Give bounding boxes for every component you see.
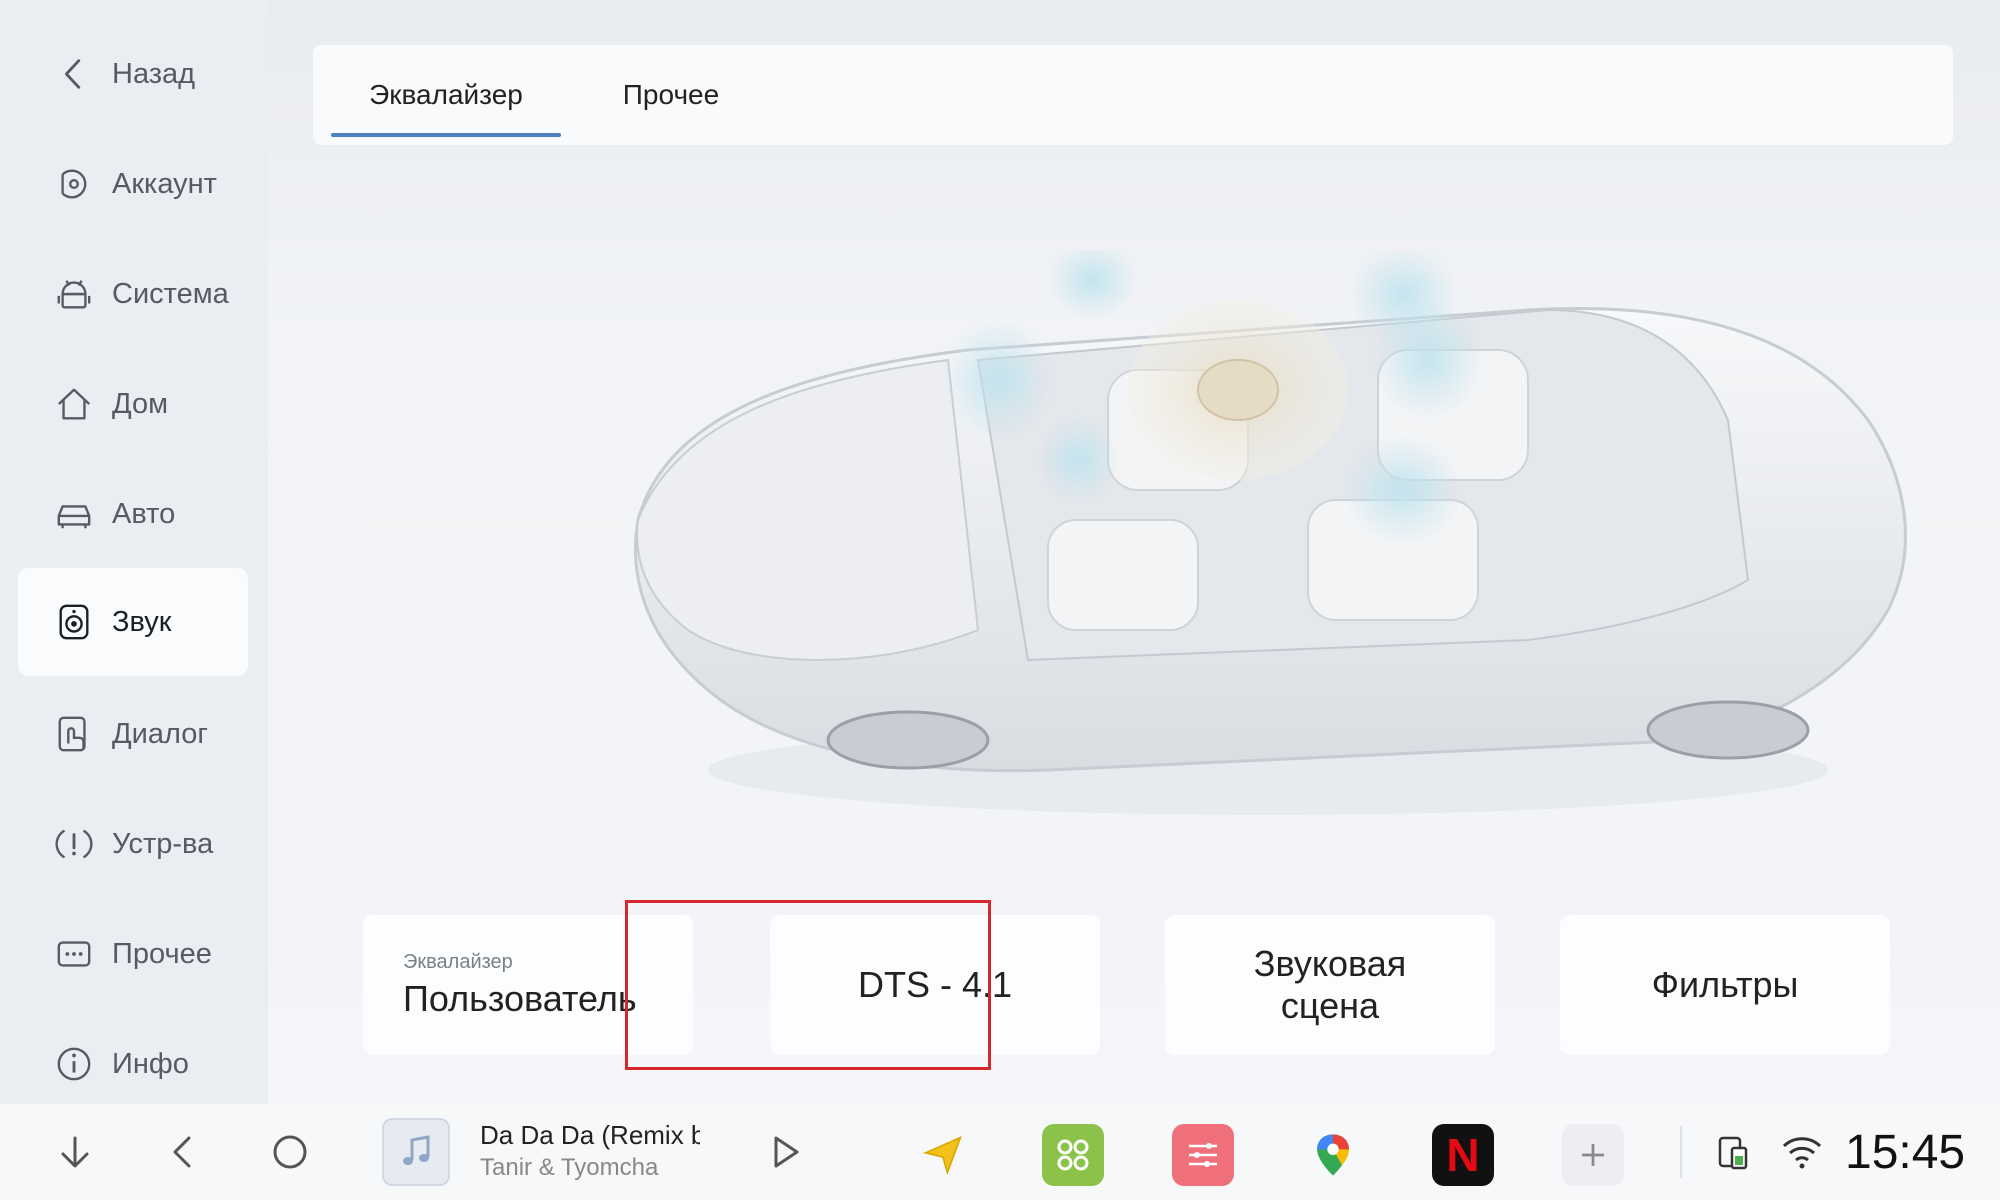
equalizer-card-value: Пользователь [403,977,637,1019]
tab-equalizer[interactable]: Эквалайзер [331,45,561,145]
nav-home-icon[interactable] [265,1104,315,1200]
back-chevron-icon [54,54,94,94]
selection-highlight-box [625,900,991,1070]
android-icon [54,274,94,314]
sidebar-item-account[interactable]: Аккаунт [18,130,248,238]
google-maps-icon[interactable] [1302,1124,1364,1186]
sidebar-item-dialog[interactable]: Диалог [18,680,248,788]
nav-back-icon[interactable] [158,1104,208,1200]
apps-grid-icon[interactable] [1042,1124,1104,1186]
sidebar-item-label: Дом [112,387,169,420]
sidebar-item-sound[interactable]: Звук [18,568,248,676]
collapse-down-icon[interactable] [50,1104,100,1200]
car-speaker-illustration [548,240,1998,850]
sidebar-item-label: Устр-ва [112,827,214,860]
song-title[interactable]: Da Da Da (Remix b [480,1120,700,1151]
netflix-icon[interactable]: N [1432,1124,1494,1186]
wifi-icon[interactable] [1780,1104,1824,1200]
sidebar-item-devices[interactable]: Устр-ва [18,790,248,898]
equalizer-card-caption: Эквалайзер [403,950,513,973]
equalizer-app-icon[interactable] [1172,1124,1234,1186]
sound-scene-line1: Звуковая [1253,943,1407,984]
account-icon [54,164,94,204]
bottom-bar: Da Da Da (Remix b Tanir & Tyomcha N 15:4… [0,1104,2000,1200]
home-icon [54,384,94,424]
song-artist: Tanir & Tyomcha [480,1154,659,1181]
filters-card-label: Фильтры [1651,964,1799,1005]
car-icon [54,494,94,534]
bottom-divider [1680,1126,1682,1178]
filters-card[interactable]: Фильтры [1560,915,1890,1055]
sidebar-item-back[interactable]: Назад [18,20,248,128]
music-note-icon[interactable] [382,1118,450,1186]
sidebar-item-home[interactable]: Дом [18,350,248,458]
add-app-icon[interactable] [1562,1124,1624,1186]
main-panel: Эквалайзер Прочее Эквалайзер Пользовател… [268,0,2000,1104]
tab-other[interactable]: Прочее [591,45,751,145]
sidebar-item-label: Назад [112,57,196,90]
devices-icon [54,824,94,864]
sidebar-item-system[interactable]: Система [18,240,248,348]
sidebar-item-label: Диалог [112,717,208,750]
sidebar-item-info[interactable]: Инфо [18,1010,248,1118]
active-tab-indicator [331,133,561,137]
sidebar-item-label: Звук [112,605,172,638]
sidebar-item-label: Авто [112,497,176,530]
navigator-icon[interactable] [912,1124,974,1186]
sound-scene-line2: сцена [1280,985,1380,1026]
clock: 15:45 [1845,1125,1966,1179]
info-icon [54,1044,94,1084]
sidebar-item-label: Прочее [112,937,212,970]
sidebar-item-label: Инфо [112,1047,189,1080]
tab-bar: Эквалайзер Прочее [313,45,1953,145]
sidebar: Назад Аккаунт Система Дом Авто Звук Диал… [0,0,268,1104]
sidebar-item-label: Аккаунт [112,167,217,200]
phone-battery-icon[interactable] [1712,1104,1756,1200]
sidebar-item-other[interactable]: Прочее [18,900,248,1008]
speaker-icon [54,602,94,642]
dialog-icon [54,714,94,754]
sidebar-item-auto[interactable]: Авто [18,460,248,568]
sound-scene-card[interactable]: Звуковая сцена [1165,915,1495,1055]
play-icon[interactable] [760,1104,810,1200]
more-icon [54,934,94,974]
sidebar-item-label: Система [112,277,229,310]
